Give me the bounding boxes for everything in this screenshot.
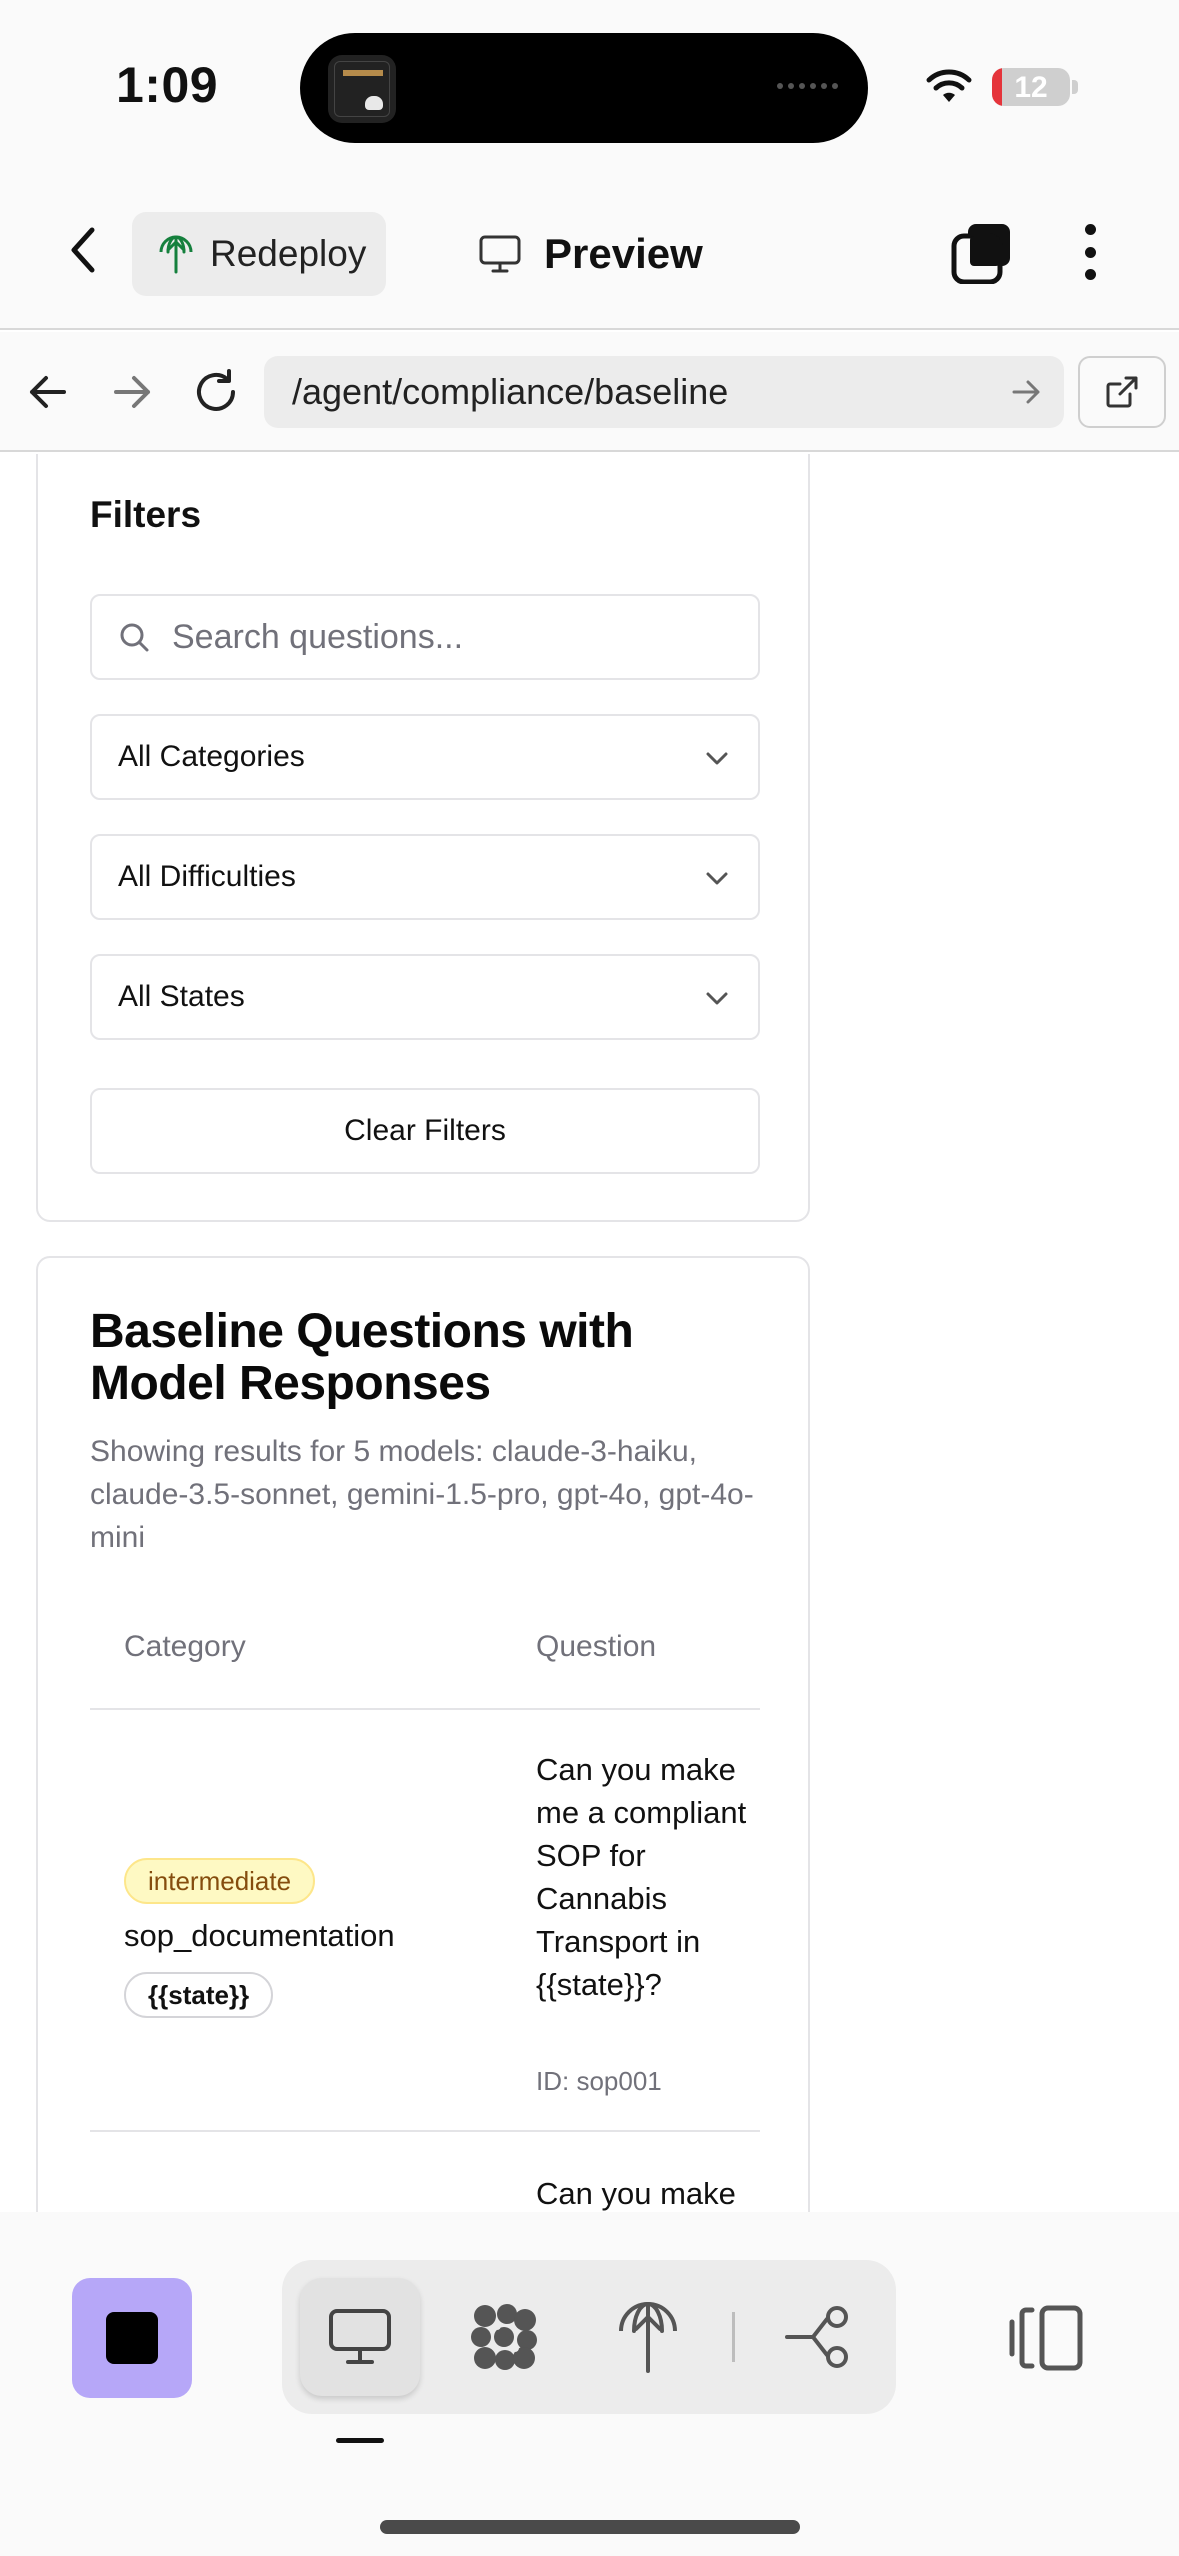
app-header: Redeploy Preview <box>0 170 1179 330</box>
now-playing-artwork <box>328 55 396 123</box>
go-arrow-icon[interactable] <box>1008 374 1044 410</box>
redeploy-label: Redeploy <box>210 233 367 274</box>
wifi-icon <box>926 69 972 102</box>
antenna-icon <box>159 235 193 274</box>
dynamic-island <box>300 33 868 143</box>
external-link-icon <box>1106 376 1138 408</box>
stop-icon <box>106 2312 158 2364</box>
antenna-icon <box>619 2302 677 2373</box>
url-text: /agent/compliance/baseline <box>292 371 729 412</box>
battery-icon: 12 <box>992 68 1070 106</box>
workflow-view-button[interactable] <box>758 2278 878 2396</box>
category-select-value: All Categories <box>118 740 305 773</box>
arrow-right-icon <box>114 376 150 408</box>
question-id: ID: sop001 <box>536 2066 662 2096</box>
status-bar: 1:09 12 <box>0 0 1179 170</box>
search-input[interactable]: Search questions... <box>90 594 760 680</box>
search-placeholder: Search questions... <box>172 617 464 656</box>
difficulty-select-value: All Difficulties <box>118 860 296 893</box>
table-divider <box>90 2130 760 2132</box>
category-select[interactable]: All Categories <box>90 714 760 800</box>
reload-button[interactable] <box>188 364 244 420</box>
stop-button[interactable] <box>72 2278 192 2398</box>
home-indicator[interactable] <box>380 2520 800 2534</box>
preview-view-button[interactable] <box>300 2278 420 2396</box>
audio-waveform-icon <box>777 83 838 89</box>
split-view-icon[interactable] <box>1008 2298 1088 2378</box>
chevron-down-icon <box>706 872 728 885</box>
page-content: Filters Search questions... All Categori… <box>0 454 1179 2212</box>
search-icon <box>120 623 149 652</box>
difficulty-badge: intermediate <box>124 1858 316 1904</box>
battery-level: 12 <box>1014 71 1048 104</box>
tab-preview[interactable]: Preview <box>478 222 703 286</box>
reload-icon <box>197 369 235 411</box>
deploy-view-button[interactable] <box>588 2278 708 2396</box>
open-external-button[interactable] <box>1078 356 1166 428</box>
chevron-left-icon <box>71 227 95 273</box>
category-name: sop_documentation <box>124 1918 395 1953</box>
code-view-button[interactable] <box>444 2278 564 2396</box>
column-header-category[interactable]: Category <box>124 1630 246 1664</box>
toolbar-divider <box>732 2312 735 2362</box>
workflow-icon <box>785 2306 848 2368</box>
section-title: Baseline Questions with Model Responses <box>90 1305 634 1410</box>
question-text: Can you make me a compliant SOP for Cann… <box>536 1752 747 2002</box>
monitor-icon <box>479 235 521 273</box>
clear-filters-button[interactable]: Clear Filters <box>90 1088 760 1174</box>
redeploy-button[interactable]: Redeploy <box>132 212 386 296</box>
question-text: Can you make <box>536 2176 736 2211</box>
section-description: Showing results for 5 models: claude-3-h… <box>90 1435 754 1554</box>
browser-toolbar: /agent/compliance/baseline <box>0 332 1179 452</box>
filters-title: Filters <box>90 494 202 535</box>
browser-back-button[interactable] <box>20 364 76 420</box>
view-switcher <box>282 2260 896 2414</box>
state-select-value: All States <box>118 980 245 1013</box>
column-header-question[interactable]: Question <box>536 1630 656 1664</box>
back-button[interactable] <box>56 222 112 278</box>
preview-label: Preview <box>544 230 703 277</box>
state-select[interactable]: All States <box>90 954 760 1040</box>
dots-grid-icon <box>471 2304 537 2370</box>
browser-forward-button[interactable] <box>104 364 160 420</box>
difficulty-select[interactable]: All Difficulties <box>90 834 760 920</box>
bottom-toolbar <box>0 2212 1179 2556</box>
url-field[interactable]: /agent/compliance/baseline <box>264 356 1064 428</box>
more-options-button[interactable] <box>1070 220 1110 284</box>
table-divider <box>90 1708 760 1710</box>
monitor-icon <box>329 2309 391 2364</box>
active-tab-indicator <box>336 2438 384 2443</box>
baseline-questions-card: Baseline Questions with Model Responses … <box>36 1256 810 2212</box>
status-time: 1:09 <box>116 57 219 113</box>
state-badge: {{state}} <box>124 1972 274 2018</box>
arrow-left-icon <box>30 376 66 408</box>
tabs-button[interactable] <box>950 220 1014 284</box>
filters-card: Filters Search questions... All Categori… <box>36 454 810 1222</box>
chevron-down-icon <box>706 752 728 765</box>
chevron-down-icon <box>706 992 728 1005</box>
